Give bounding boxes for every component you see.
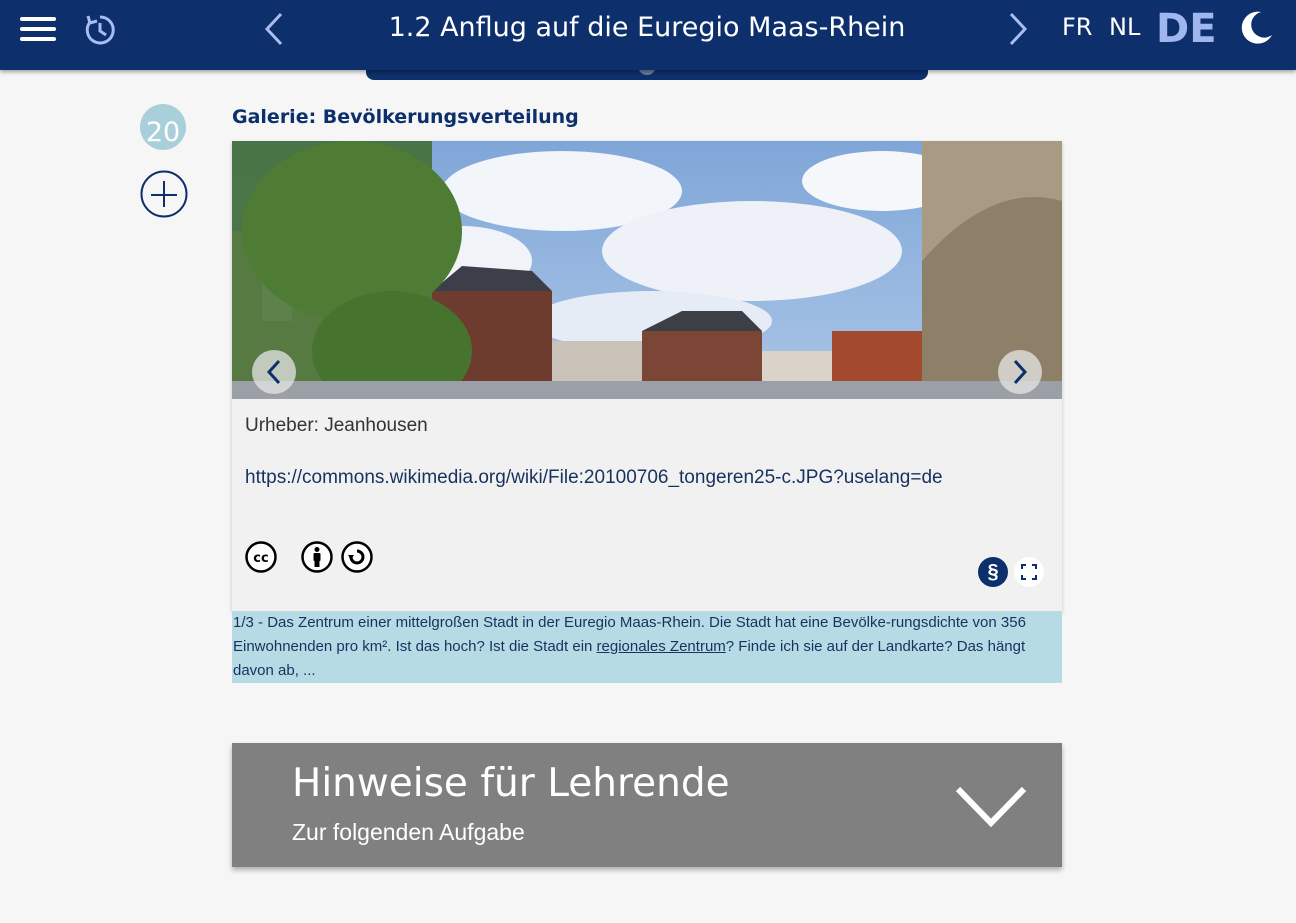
gallery-title: Galerie: Bevölkerungsverteilung bbox=[232, 106, 579, 128]
caption-counter: 1/3 bbox=[233, 614, 254, 631]
license-info-button[interactable]: § bbox=[978, 557, 1008, 587]
image-source-link[interactable]: https://commons.wikimedia.org/wiki/File:… bbox=[245, 463, 1005, 493]
image-gallery: Urheber: Jeanhousen https://commons.wiki… bbox=[232, 141, 1062, 611]
previous-page-icon[interactable] bbox=[258, 10, 290, 48]
gallery-caption: 1/3 - Das Zentrum einer mittelgroßen Sta… bbox=[232, 611, 1062, 683]
language-fr[interactable]: FR bbox=[1062, 13, 1092, 41]
task-number-badge: 20 bbox=[140, 104, 186, 150]
hints-subtitle: Zur folgenden Aufgabe bbox=[292, 819, 525, 845]
image-credits-overlay: Urheber: Jeanhousen https://commons.wiki… bbox=[232, 399, 1062, 611]
image-author: Urheber: Jeanhousen bbox=[245, 415, 428, 436]
top-bar: 1.2 Anflug auf die Euregio Maas-Rhein FR… bbox=[0, 0, 1296, 70]
cc-icon[interactable]: cc bbox=[245, 541, 277, 573]
svg-text:cc: cc bbox=[253, 551, 268, 566]
license-icons: cc bbox=[245, 541, 381, 573]
language-de[interactable]: DE bbox=[1156, 6, 1217, 52]
by-icon[interactable] bbox=[301, 541, 333, 573]
history-icon[interactable] bbox=[80, 10, 120, 50]
page-title: 1.2 Anflug auf die Euregio Maas-Rhein bbox=[388, 12, 906, 43]
hints-title: Hinweise für Lehrende bbox=[292, 761, 730, 806]
regional-center-link[interactable]: regionales Zentrum bbox=[597, 638, 726, 655]
add-circle-icon[interactable] bbox=[140, 170, 188, 218]
menu-icon[interactable] bbox=[18, 12, 58, 46]
next-page-icon[interactable] bbox=[1002, 10, 1034, 48]
sa-icon[interactable] bbox=[341, 541, 373, 573]
fullscreen-icon[interactable] bbox=[1014, 557, 1044, 587]
gallery-prev-button[interactable] bbox=[252, 350, 296, 394]
language-nl[interactable]: NL bbox=[1109, 13, 1140, 41]
dark-mode-moon-icon[interactable] bbox=[1236, 8, 1276, 48]
teacher-hints-accordion[interactable]: Hinweise für Lehrende Zur folgenden Aufg… bbox=[232, 743, 1062, 867]
chevron-down-icon[interactable] bbox=[954, 783, 1028, 833]
gallery-next-button[interactable] bbox=[998, 350, 1042, 394]
